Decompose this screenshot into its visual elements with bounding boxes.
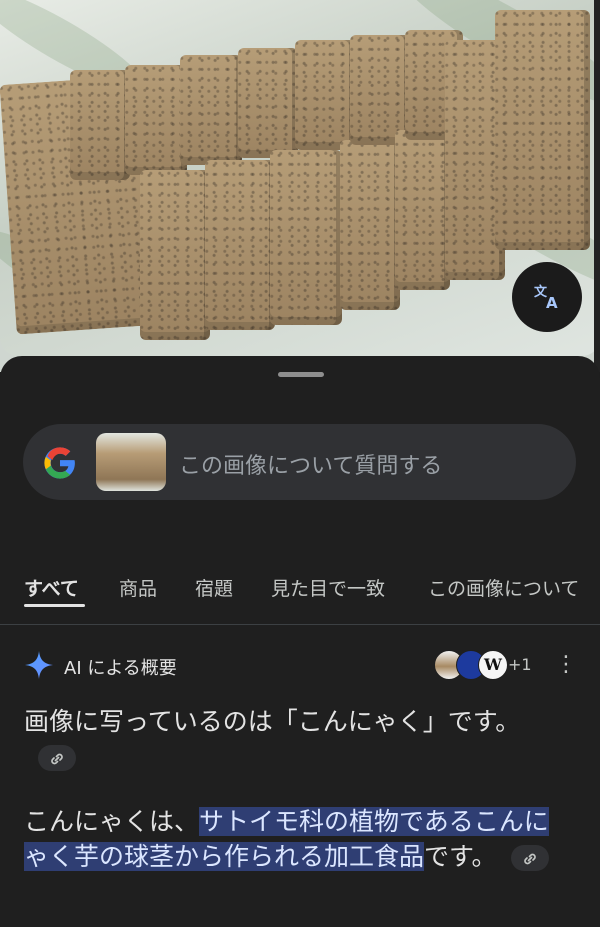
tab-all[interactable]: すべて <box>24 574 79 601</box>
citation-link-button[interactable] <box>38 745 76 771</box>
answer-text-2-tail: です。 <box>424 842 497 871</box>
translate-icon: 文 A <box>534 284 558 312</box>
svg-text:A: A <box>546 294 558 312</box>
result-image-area: 文 A <box>0 0 600 372</box>
active-tab-indicator <box>24 604 85 607</box>
konjac-photo <box>0 0 600 356</box>
drag-handle[interactable] <box>278 372 324 377</box>
tab-homework[interactable]: 宿題 <box>195 574 233 601</box>
tab-about-image[interactable]: この画像について <box>428 574 579 601</box>
search-bar[interactable]: この画像について質問する <box>23 424 576 500</box>
more-vert-icon[interactable]: ⋮ <box>555 650 577 680</box>
wikipedia-icon: W <box>478 650 508 680</box>
answer-paragraph-1: 画像に写っているのは「こんにゃく」です。 <box>24 704 564 774</box>
result-tabs: すべて 商品 宿題 見た目で一致 この画像について <box>0 574 600 624</box>
divider <box>0 624 600 625</box>
ai-overview-header: AI による概要 W +1 ⋮ <box>24 650 584 682</box>
answer-text-1: 画像に写っているのは「こんにゃく」です。 <box>24 707 521 736</box>
query-image-thumbnail[interactable] <box>96 433 166 491</box>
link-icon <box>51 753 63 764</box>
link-icon <box>523 853 536 864</box>
more-sources-count[interactable]: +1 <box>508 655 532 674</box>
citation-link-button[interactable] <box>510 845 549 871</box>
results-sheet: この画像について質問する すべて 商品 宿題 見た目で一致 この画像について A… <box>0 356 600 927</box>
answer-paragraph-2: こんにゃくは、サトイモ科の植物であるこんにゃく芋の球茎から作られる加工食品です。 <box>24 804 564 874</box>
tab-products[interactable]: 商品 <box>119 574 157 601</box>
answer-text-2-lead: こんにゃくは、 <box>24 807 200 836</box>
gemini-sparkle-icon <box>25 651 53 679</box>
tab-visual-matches[interactable]: 見た目で一致 <box>271 574 385 601</box>
translate-button[interactable]: 文 A <box>512 262 582 332</box>
google-g-icon <box>44 447 75 479</box>
search-placeholder[interactable]: この画像について質問する <box>179 448 442 480</box>
ai-overview-title: AI による概要 <box>64 658 177 679</box>
